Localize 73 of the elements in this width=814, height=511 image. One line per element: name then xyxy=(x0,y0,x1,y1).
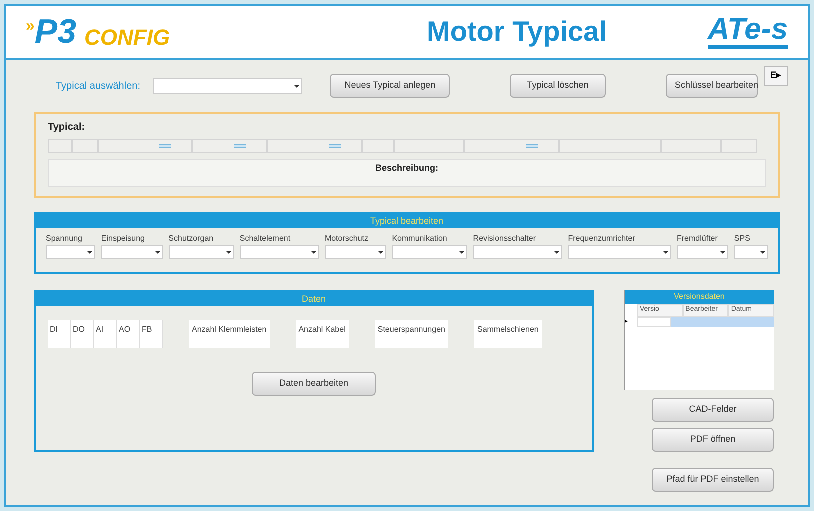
dropdown-arrow-icon xyxy=(86,248,94,256)
count-field[interactable]: Sammelschienen xyxy=(474,320,542,348)
dropdown-field[interactable] xyxy=(324,245,386,259)
io-field[interactable]: AI xyxy=(94,320,117,348)
typical-cell[interactable] xyxy=(721,139,757,153)
dropdown-arrow-icon xyxy=(154,248,162,256)
dropdown-field[interactable] xyxy=(46,245,96,259)
select-label: Typical auswählen: xyxy=(56,80,140,94)
field-label: Schaltelement xyxy=(240,233,292,245)
panel-title: Versionsdaten xyxy=(625,290,774,304)
io-field[interactable]: AO xyxy=(117,320,140,348)
typical-cell[interactable] xyxy=(192,139,267,153)
dropdown-arrow-icon xyxy=(310,248,318,256)
dropdown-arrow-icon xyxy=(553,248,562,256)
typical-cell[interactable] xyxy=(559,139,661,153)
typical-cell[interactable] xyxy=(72,139,98,153)
io-field[interactable]: FB xyxy=(140,320,163,348)
count-field[interactable]: Anzahl Kabel xyxy=(296,320,349,348)
typical-cell[interactable] xyxy=(48,139,72,153)
dropdown-arrow-icon xyxy=(458,248,466,256)
dropdown-field[interactable] xyxy=(168,245,234,259)
dropdown-arrow-icon xyxy=(377,248,386,256)
field-label: Motorschutz xyxy=(324,233,370,245)
typical-select[interactable] xyxy=(152,78,302,94)
action-button[interactable]: PDF öffnen xyxy=(652,428,774,452)
action-button[interactable]: Pfad für PDF einstellen xyxy=(652,468,774,492)
dropdown-arrow-icon xyxy=(224,248,233,256)
typical-label: Typical: xyxy=(48,121,86,135)
panel-title: Daten xyxy=(36,292,592,306)
dropdown-field[interactable] xyxy=(240,245,319,259)
logo-mark: » xyxy=(26,17,35,37)
action-button[interactable]: Daten bearbeiten xyxy=(252,372,376,396)
logout-button[interactable]: E▸ xyxy=(764,66,788,86)
io-field[interactable]: DI xyxy=(48,320,71,348)
count-field[interactable]: Anzahl Klemmleisten xyxy=(189,320,270,348)
brand-logo: ATe-s xyxy=(708,15,788,49)
logo-subtitle: CONFIG xyxy=(84,27,170,49)
typical-cell[interactable] xyxy=(464,139,559,153)
dropdown-field[interactable] xyxy=(734,245,768,259)
field-label: Fremdlüfter xyxy=(677,233,719,245)
io-field[interactable]: DO xyxy=(71,320,94,348)
dropdown-arrow-icon xyxy=(758,248,767,256)
action-button[interactable]: Neues Typical anlegen xyxy=(330,74,450,98)
page-title: Motor Typical xyxy=(426,15,608,49)
dropdown-field[interactable] xyxy=(568,245,671,259)
table-cell xyxy=(637,316,671,326)
field-label: Schutzorgan xyxy=(168,233,215,245)
action-button[interactable]: Typical löschen xyxy=(510,74,606,98)
logo-text: P3 xyxy=(34,15,76,49)
typical-cell[interactable] xyxy=(98,139,192,153)
dropdown-arrow-icon xyxy=(662,248,670,256)
dropdown-field[interactable] xyxy=(473,245,562,259)
field-label: Spannung xyxy=(46,233,84,245)
field-label: Einspeisung xyxy=(101,233,146,245)
action-button[interactable]: CAD-Felder xyxy=(652,398,774,422)
dropdown-field[interactable] xyxy=(677,245,728,259)
count-field[interactable]: Steuerspannungen xyxy=(374,320,448,348)
typical-cell[interactable] xyxy=(267,139,362,153)
dropdown-arrow-icon xyxy=(719,248,728,256)
dropdown-field[interactable] xyxy=(392,245,468,259)
dropdown-arrow-icon xyxy=(293,82,302,90)
description-field[interactable]: Beschreibung: xyxy=(48,159,766,187)
field-label: Frequenzumrichter xyxy=(568,233,636,245)
field-label: Kommunikation xyxy=(392,233,448,245)
typical-cell[interactable] xyxy=(661,139,721,153)
panel-title: Typical bearbeiten xyxy=(36,214,778,228)
field-label: SPS xyxy=(734,233,752,245)
typical-cell[interactable] xyxy=(362,139,394,153)
field-label: Revisionsschalter xyxy=(473,233,537,245)
description-label: Beschreibung: xyxy=(375,162,438,175)
action-button[interactable]: Schlüssel bearbeiten xyxy=(666,74,758,98)
typical-cell[interactable] xyxy=(394,139,464,153)
dropdown-field[interactable] xyxy=(101,245,163,259)
